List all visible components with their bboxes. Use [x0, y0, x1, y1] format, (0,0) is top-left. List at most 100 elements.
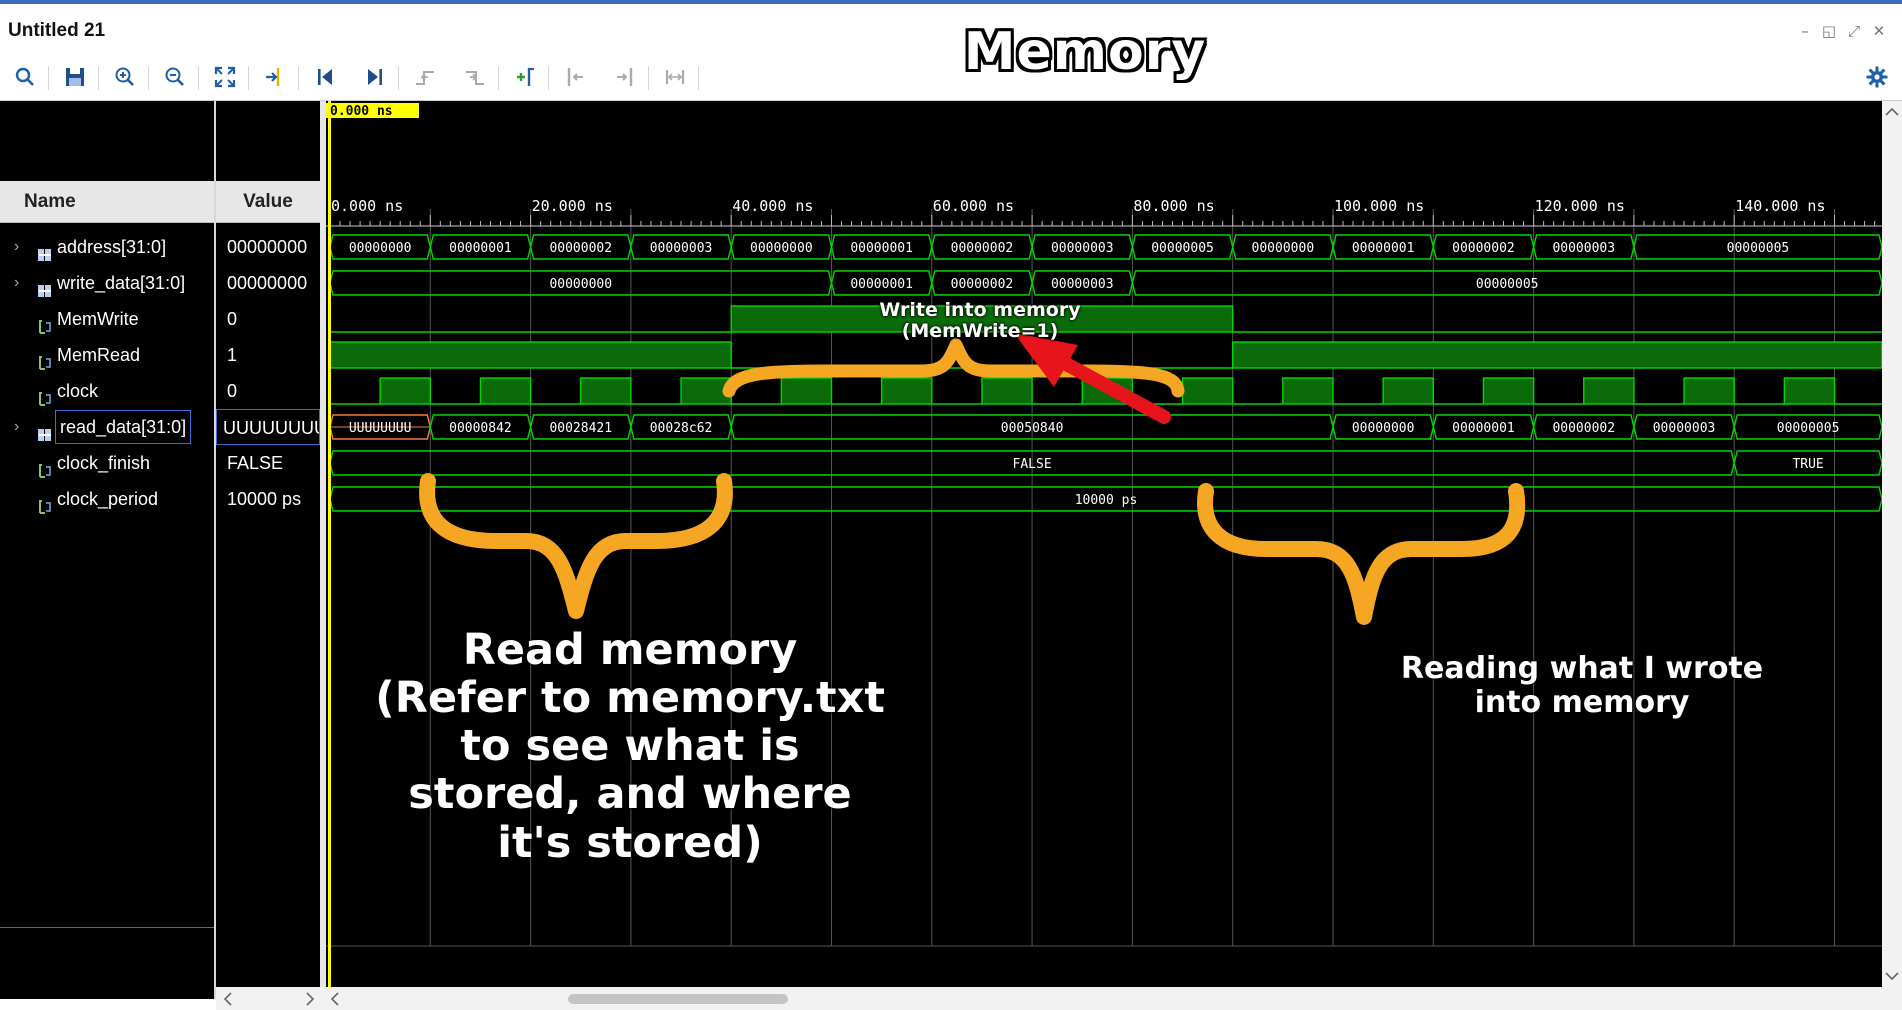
clock-high-pulse[interactable] [1382, 377, 1435, 405]
go-to-time-zero-icon[interactable] [310, 62, 340, 92]
bus-segment[interactable]: 00000002 [1432, 234, 1535, 260]
bus-segment[interactable]: 00000001 [830, 234, 933, 260]
bus-segment[interactable]: 00000005 [1131, 234, 1234, 260]
clock-high-pulse[interactable] [1482, 377, 1535, 405]
bus-value-label: 00000001 [1452, 421, 1515, 436]
bus-value-label: 00000002 [951, 241, 1014, 256]
previous-transition-icon[interactable] [410, 62, 440, 92]
clock-high-pulse[interactable] [1683, 377, 1735, 405]
bus-segment[interactable]: 00028c62 [630, 414, 732, 440]
signal-row-4[interactable]: clock [0, 373, 214, 409]
clock-high-pulse[interactable] [780, 377, 833, 405]
go-to-last-time-icon[interactable] [360, 62, 390, 92]
signal-row-5[interactable]: › read_data[31:0] [0, 409, 214, 445]
value-column-header[interactable]: Value [216, 181, 320, 223]
add-marker-icon[interactable] [510, 62, 540, 92]
signal-value: 1 [227, 345, 238, 365]
time-tick-label: 60.000 ns [933, 197, 1014, 215]
next-marker-icon[interactable] [610, 62, 640, 92]
bus-segment[interactable]: 00000000 [730, 234, 833, 260]
bus-value-label: 00000002 [1552, 421, 1615, 436]
vertical-scrollbar[interactable] [1882, 101, 1902, 987]
clock-high-pulse[interactable] [379, 377, 432, 405]
signal-row-3[interactable]: MemRead [0, 337, 214, 373]
clock-high-pulse[interactable] [880, 377, 933, 405]
expand-chevron-icon[interactable]: › [14, 265, 19, 301]
bus-segment[interactable]: 00028421 [529, 414, 632, 440]
clock-high-pulse[interactable] [580, 377, 632, 405]
time-cursor[interactable] [328, 101, 331, 987]
go-to-cursor-icon[interactable] [260, 62, 290, 92]
bus-segment[interactable]: UUUUUUUU [329, 414, 432, 440]
bus-segment[interactable]: 00000002 [529, 234, 632, 260]
bus-segment[interactable]: 00000000 [329, 234, 432, 260]
bus-segment[interactable]: 00000000 [1332, 414, 1435, 440]
bit-high-segment[interactable] [329, 341, 732, 369]
zoom-out-icon[interactable] [160, 62, 190, 92]
signal-row-7[interactable]: clock_period [0, 481, 214, 517]
bus-segment[interactable]: 00000003 [1031, 234, 1134, 260]
save-icon[interactable] [60, 62, 90, 92]
bus-segment[interactable]: 00000005 [1633, 234, 1882, 260]
previous-marker-icon[interactable] [560, 62, 590, 92]
zoom-fit-icon[interactable] [210, 62, 240, 92]
bus-value-label: 00000000 [750, 241, 813, 256]
bus-segment[interactable]: 00000002 [931, 234, 1033, 260]
maximize-button[interactable]: ⤢ [1845, 22, 1863, 40]
signal-row-0[interactable]: › address[31:0] [0, 229, 214, 265]
bus-segment[interactable]: 00000003 [1633, 414, 1735, 440]
bus-segment[interactable]: 00000842 [429, 414, 532, 440]
bus-segment[interactable]: 00000001 [1332, 234, 1435, 260]
read-region-brace [419, 473, 733, 619]
bus-value-label: 00000842 [449, 421, 512, 436]
swap-cursors-icon[interactable] [660, 62, 690, 92]
horizontal-scroll-thumb[interactable] [568, 994, 788, 1004]
signal-row-2[interactable]: MemWrite [0, 301, 214, 337]
bus-segment[interactable]: 00000005 [1131, 270, 1882, 296]
bus-value-label: 00000002 [951, 277, 1014, 292]
signal-name: write_data[31:0] [57, 273, 186, 293]
bus-value-label: 00028421 [549, 421, 612, 436]
expand-chevron-icon[interactable]: › [14, 229, 19, 265]
zoom-in-icon[interactable] [110, 62, 140, 92]
gear-icon[interactable] [1862, 62, 1892, 92]
bus-segment[interactable]: 00000001 [429, 234, 532, 260]
signal-row-6[interactable]: clock_finish [0, 445, 214, 481]
signal-name: MemRead [57, 345, 141, 365]
bus-segment[interactable]: 00000003 [1532, 234, 1635, 260]
expand-chevron-icon[interactable]: › [14, 409, 19, 445]
bus-segment[interactable]: 00000002 [931, 270, 1033, 296]
clock-high-pulse[interactable] [479, 377, 532, 405]
bus-segment[interactable]: 10000 ps [329, 486, 1882, 512]
close-button[interactable]: ✕ [1870, 22, 1888, 40]
bus-segment[interactable]: 00000000 [329, 270, 833, 296]
bus-segment[interactable]: 00000002 [1532, 414, 1635, 440]
name-column-header[interactable]: Name [0, 181, 214, 223]
clock-high-pulse[interactable] [1282, 377, 1334, 405]
bus-segment[interactable]: 00000005 [1733, 414, 1882, 440]
bus-segment[interactable]: TRUE [1733, 450, 1882, 476]
bus-segment[interactable]: 00000000 [1231, 234, 1334, 260]
clock-high-pulse[interactable] [981, 377, 1033, 405]
signal-name: clock [57, 381, 99, 401]
clock-high-pulse[interactable] [1181, 377, 1234, 405]
time-tick-label: 20.000 ns [532, 197, 613, 215]
bus-segment[interactable]: 00000003 [1031, 270, 1134, 296]
bus-segment[interactable]: 00000003 [630, 234, 732, 260]
search-icon[interactable] [10, 62, 40, 92]
bus-value-label: 00000005 [1476, 277, 1539, 292]
bus-value-label: 00000005 [1727, 241, 1790, 256]
clock-high-pulse[interactable] [1783, 377, 1836, 405]
bit-signal-icon [37, 455, 53, 478]
bus-segment[interactable]: 00000001 [1432, 414, 1535, 440]
restore-button[interactable]: ◱ [1820, 22, 1838, 40]
bus-value-label: 00028c62 [650, 421, 713, 436]
bus-segment[interactable]: 00000001 [830, 270, 933, 296]
horizontal-scrollbar[interactable] [216, 987, 1902, 1010]
signal-row-1[interactable]: › write_data[31:0] [0, 265, 214, 301]
clock-high-pulse[interactable] [1583, 377, 1635, 405]
next-transition-icon[interactable] [460, 62, 490, 92]
bit-high-segment[interactable] [1232, 341, 1882, 369]
read-back-annotation: Reading what I wrote into memory [1400, 651, 1764, 720]
minimize-button[interactable]: – [1796, 22, 1814, 40]
